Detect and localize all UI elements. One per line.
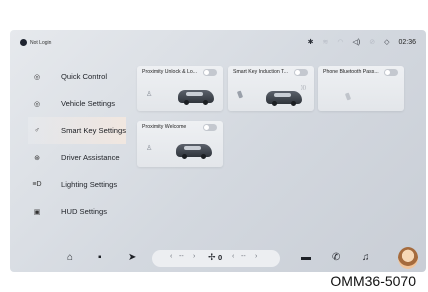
driver-assistance-icon: ⊛ bbox=[34, 154, 40, 162]
sidebar-item-lighting-settings[interactable]: ≡D Lighting Settings bbox=[28, 171, 126, 198]
sidebar-item-label: Driver Assistance bbox=[61, 153, 120, 162]
key-fob-icon bbox=[236, 90, 244, 99]
sidebar-item-label: Lighting Settings bbox=[61, 180, 118, 189]
card-phone-bluetooth-pass[interactable]: Phone Bluetooth Pass... bbox=[318, 66, 404, 111]
status-icons: ✱ ≋ ◠ ◁) ⊘ ◇ 02:36 bbox=[307, 38, 416, 47]
left-temp-value: -- bbox=[179, 253, 184, 260]
smart-key-icon: ♂ bbox=[34, 127, 40, 134]
wifi-icon: ◠ bbox=[337, 39, 344, 46]
right-temp-up-icon[interactable]: › bbox=[255, 253, 257, 260]
card-title: Smart Key Induction T... bbox=[233, 69, 288, 75]
sidebar-item-driver-assistance[interactable]: ⊛ Driver Assistance bbox=[28, 144, 126, 171]
quick-control-icon: ◎ bbox=[33, 73, 41, 81]
sidebar-item-label: HUD Settings bbox=[61, 207, 108, 216]
fan-icon[interactable]: ✢ bbox=[208, 252, 216, 263]
proximity-unlock-toggle[interactable] bbox=[203, 69, 217, 76]
phone-bluetooth-pass-toggle[interactable] bbox=[384, 69, 398, 76]
user-profile[interactable]: Not Login bbox=[20, 39, 51, 46]
clock: 02:36 bbox=[398, 38, 416, 46]
car-illustration-icon bbox=[266, 91, 302, 106]
apps-icon[interactable]: ▪ bbox=[98, 252, 102, 263]
signal-icon: ≋ bbox=[322, 39, 329, 46]
signal-waves-icon: ))) bbox=[301, 85, 306, 91]
phone-illustration-icon bbox=[344, 92, 352, 101]
fan-speed-value: 0 bbox=[218, 253, 223, 262]
card-smart-key-induction[interactable]: Smart Key Induction T... ))) bbox=[228, 66, 314, 111]
mute-icon: ⊘ bbox=[369, 39, 376, 46]
sidebar-item-hud-settings[interactable]: ▣ HUD Settings bbox=[28, 198, 126, 225]
vehicle-settings-icon: ◎ bbox=[33, 100, 41, 108]
sidebar-item-label: Vehicle Settings bbox=[61, 99, 116, 108]
status-bar: Not Login ✱ ≋ ◠ ◁) ⊘ ◇ 02:36 bbox=[10, 30, 426, 56]
car-illustration-icon bbox=[178, 90, 214, 105]
bluetooth-icon: ✱ bbox=[307, 39, 314, 46]
navigation-icon: ◇ bbox=[384, 39, 390, 46]
right-temp-down-icon[interactable]: ‹ bbox=[232, 253, 234, 260]
home-icon[interactable]: ⌂ bbox=[67, 252, 73, 263]
left-temp-up-icon[interactable]: › bbox=[193, 253, 195, 260]
volume-icon: ◁) bbox=[352, 39, 361, 46]
left-temp-down-icon[interactable]: ‹ bbox=[170, 253, 172, 260]
head-unit-screen: Not Login ✱ ≋ ◠ ◁) ⊘ ◇ 02:36 ◎ Quick Con… bbox=[10, 30, 426, 272]
card-proximity-welcome[interactable]: Proximity Welcome ♙ bbox=[137, 121, 223, 167]
settings-sidebar: ◎ Quick Control ◎ Vehicle Settings ♂ Sma… bbox=[28, 63, 126, 225]
music-icon[interactable]: ♫ bbox=[362, 252, 370, 263]
phone-icon[interactable]: ✆ bbox=[332, 252, 340, 263]
smart-key-induction-toggle[interactable] bbox=[294, 69, 308, 76]
card-title: Proximity Unlock & Lo... bbox=[142, 69, 198, 75]
assistant-avatar[interactable] bbox=[398, 247, 418, 269]
car-illustration-icon bbox=[176, 144, 212, 159]
login-status-text: Not Login bbox=[30, 39, 52, 46]
sidebar-item-vehicle-settings[interactable]: ◎ Vehicle Settings bbox=[28, 90, 126, 117]
sidebar-item-quick-control[interactable]: ◎ Quick Control bbox=[28, 63, 126, 90]
card-title: Proximity Welcome bbox=[142, 124, 187, 130]
car-icon[interactable]: ▬ bbox=[301, 252, 311, 263]
right-temp-value: -- bbox=[241, 253, 246, 260]
sidebar-item-label: Smart Key Settings bbox=[61, 126, 126, 135]
sidebar-item-label: Quick Control bbox=[61, 72, 108, 81]
card-proximity-unlock[interactable]: Proximity Unlock & Lo... ♙ bbox=[137, 66, 223, 111]
climate-control: ‹ -- › ✢ 0 ‹ -- › bbox=[152, 250, 280, 267]
person-icon: ♙ bbox=[146, 91, 153, 98]
bottom-dock: ⌂ ▪ ➤ ‹ -- › ✢ 0 ‹ -- › ▬ ✆ ♫ bbox=[10, 245, 426, 272]
proximity-welcome-toggle[interactable] bbox=[203, 124, 217, 131]
card-title: Phone Bluetooth Pass... bbox=[323, 69, 379, 75]
person-icon: ♙ bbox=[146, 145, 153, 152]
sidebar-item-smart-key-settings[interactable]: ♂ Smart Key Settings bbox=[28, 117, 126, 144]
lighting-icon: ≡D bbox=[32, 181, 42, 188]
user-icon bbox=[20, 39, 27, 46]
figure-caption: OMM36-5070 bbox=[330, 273, 416, 289]
hud-icon: ▣ bbox=[33, 208, 41, 216]
navigation-arrow-icon[interactable]: ➤ bbox=[128, 252, 136, 263]
